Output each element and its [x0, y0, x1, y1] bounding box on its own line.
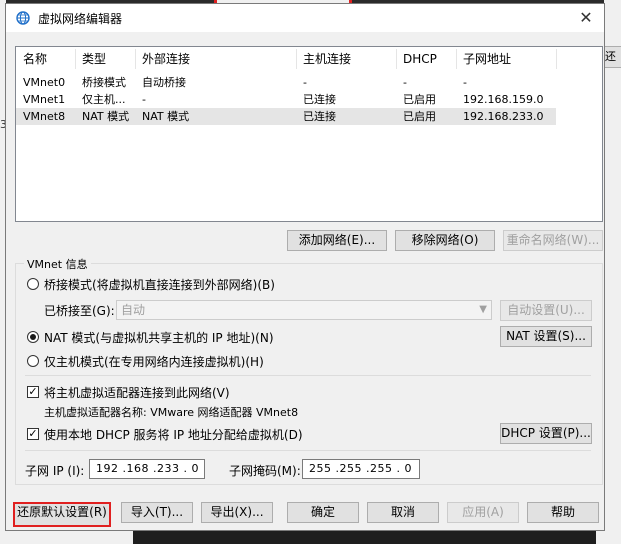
divider [25, 375, 591, 376]
dialog-title: 虚拟网络编辑器 [38, 12, 123, 26]
column-divider[interactable] [296, 49, 297, 69]
cell-dhcp: 已启用 [403, 110, 436, 123]
background-button: 还 [604, 46, 621, 68]
cell-dhcp: - [403, 76, 407, 89]
column-header-type[interactable]: 类型 [82, 47, 106, 71]
bridged-to-label: 已桥接至(G): [44, 304, 115, 318]
column-divider[interactable] [456, 49, 457, 69]
cell-type: 仅主机... [82, 93, 126, 106]
host-only-radio[interactable] [27, 355, 39, 367]
close-icon[interactable]: ✕ [568, 4, 604, 32]
vmnet-info-title: VMnet 信息 [24, 256, 91, 272]
bridged-mode-radio[interactable] [27, 278, 39, 290]
table-row[interactable]: VMnet1 仅主机... - 已连接 已启用 192.168.159.0 [16, 91, 602, 108]
subnet-mask-label: 子网掩码(M): [229, 464, 301, 478]
adapter-name-text: 主机虚拟适配器名称: VMware 网络适配器 VMnet8 [44, 406, 299, 419]
cell-external: - [142, 93, 146, 106]
help-button[interactable]: 帮助 [527, 502, 599, 523]
restore-defaults-button[interactable]: 还原默认设置(R) [13, 502, 111, 527]
column-divider[interactable] [396, 49, 397, 69]
nat-settings-button[interactable]: NAT 设置(S)... [500, 326, 592, 347]
auto-settings-button[interactable]: 自动设置(U)... [500, 300, 592, 321]
cell-host: - [303, 76, 307, 89]
dhcp-label[interactable]: 使用本地 DHCP 服务将 IP 地址分配给虚拟机(D) [44, 426, 303, 443]
nat-mode-radio[interactable] [27, 331, 39, 343]
connect-adapter-checkbox[interactable]: ✓ [27, 386, 39, 398]
dhcp-checkbox[interactable]: ✓ [27, 428, 39, 440]
column-divider[interactable] [135, 49, 136, 69]
bridged-to-select[interactable]: 自动 ▼ [116, 300, 492, 320]
column-header-name[interactable]: 名称 [23, 47, 47, 71]
dhcp-settings-button[interactable]: DHCP 设置(P)... [500, 423, 592, 444]
cell-host: 已连接 [303, 93, 336, 106]
column-divider[interactable] [75, 49, 76, 69]
remove-network-button[interactable]: 移除网络(O) [395, 230, 495, 251]
cell-name: VMnet1 [23, 93, 66, 106]
divider [25, 450, 591, 451]
cell-type: 桥接模式 [82, 76, 126, 89]
host-only-label[interactable]: 仅主机模式(在专用网络内连接虚拟机)(H) [44, 353, 264, 370]
cell-host: 已连接 [303, 110, 336, 123]
column-header-dhcp[interactable]: DHCP [403, 47, 437, 71]
rename-network-button[interactable]: 重命名网络(W)... [503, 230, 603, 251]
column-divider[interactable] [556, 49, 557, 69]
background-window-right [604, 0, 621, 544]
column-header-host[interactable]: 主机连接 [303, 47, 351, 71]
add-network-button[interactable]: 添加网络(E)... [287, 230, 387, 251]
cell-external: NAT 模式 [142, 110, 190, 123]
cell-subnet: 192.168.233.0 [463, 110, 544, 123]
connect-adapter-label[interactable]: 将主机虚拟适配器连接到此网络(V) [44, 384, 230, 401]
network-list[interactable]: 名称 类型 外部连接 主机连接 DHCP 子网地址 VMnet0 桥接模式 自动… [15, 46, 603, 222]
globe-network-icon [16, 11, 30, 25]
table-row-selected[interactable]: VMnet8 NAT 模式 NAT 模式 已连接 已启用 192.168.233… [16, 108, 556, 125]
cell-name: VMnet0 [23, 76, 66, 89]
cell-subnet: - [463, 76, 467, 89]
vmnet-info-group [15, 263, 603, 485]
title-bar: 虚拟网络编辑器 ✕ [6, 4, 604, 32]
table-row[interactable]: VMnet0 桥接模式 自动桥接 - - - [16, 74, 602, 91]
column-header-external[interactable]: 外部连接 [142, 47, 190, 71]
cancel-button[interactable]: 取消 [367, 502, 439, 523]
cell-name: VMnet8 [23, 110, 66, 123]
bridged-mode-label[interactable]: 桥接模式(将虚拟机直接连接到外部网络)(B) [44, 276, 275, 293]
cell-dhcp: 已启用 [403, 93, 436, 106]
subnet-mask-input[interactable]: 255 .255 .255 . 0 [302, 459, 420, 479]
column-header-subnet[interactable]: 子网地址 [463, 47, 511, 71]
chevron-down-icon: ▼ [479, 304, 487, 315]
export-button[interactable]: 导出(X)... [201, 502, 273, 523]
background-dark-panel [133, 531, 596, 544]
apply-button[interactable]: 应用(A) [447, 502, 519, 523]
subnet-ip-label: 子网 IP (I): [25, 464, 85, 478]
nat-mode-label[interactable]: NAT 模式(与虚拟机共享主机的 IP 地址)(N) [44, 329, 274, 346]
subnet-ip-input[interactable]: 192 .168 .233 . 0 [89, 459, 205, 479]
import-button[interactable]: 导入(T)... [121, 502, 193, 523]
bridged-to-value: 自动 [121, 303, 146, 317]
virtual-network-editor-dialog: 虚拟网络编辑器 ✕ 名称 类型 外部连接 主机连接 DHCP 子网地址 VMne… [5, 3, 605, 531]
cell-type: NAT 模式 [82, 110, 130, 123]
ok-button[interactable]: 确定 [287, 502, 359, 523]
cell-external: 自动桥接 [142, 76, 186, 89]
cell-subnet: 192.168.159.0 [463, 93, 544, 106]
